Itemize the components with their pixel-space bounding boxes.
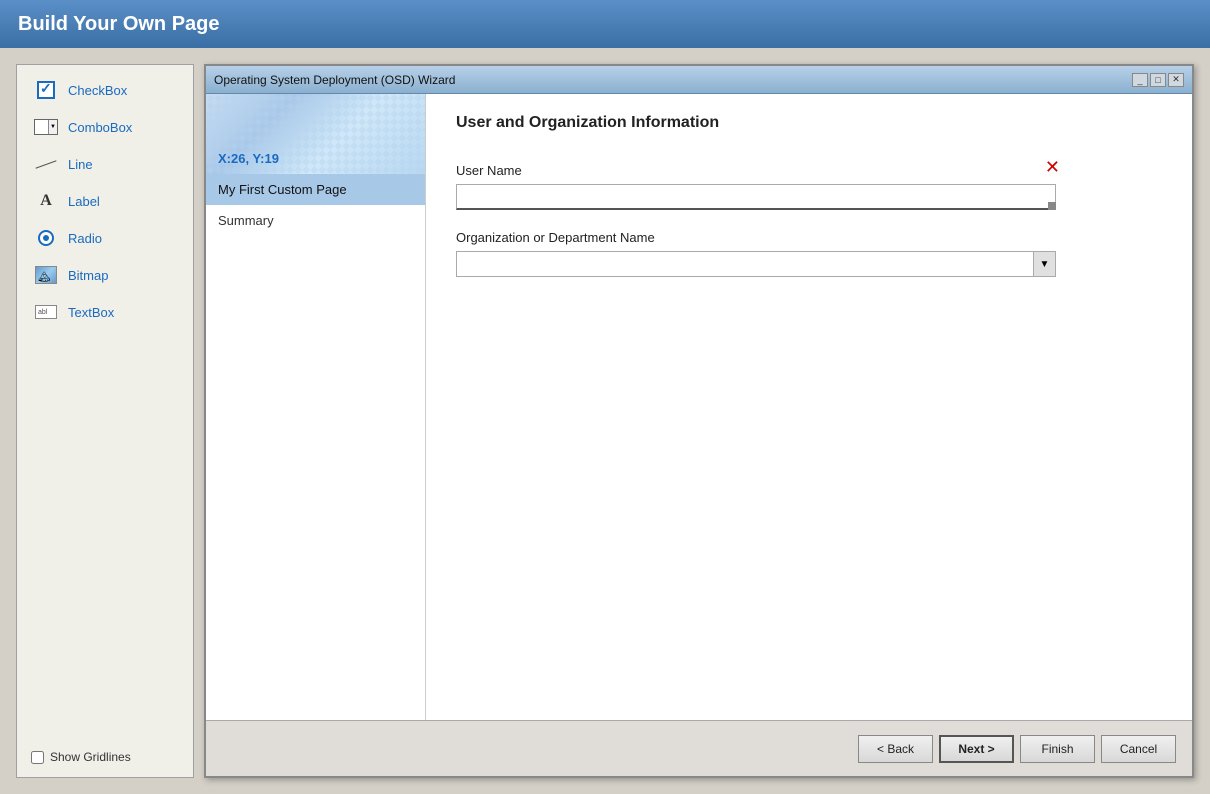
wizard-nav-header: X:26, Y:19: [206, 94, 425, 174]
textbox-label: TextBox: [68, 305, 114, 320]
content-title: User and Organization Information: [456, 114, 1162, 132]
wizard-nav-items: My First Custom Page Summary: [206, 174, 425, 720]
outer-container: CheckBox ▼ ComboBox Line A Label: [0, 48, 1210, 794]
combobox-label: ComboBox: [68, 120, 132, 135]
resize-handle[interactable]: [1048, 202, 1056, 210]
line-label: Line: [68, 157, 93, 172]
cancel-button[interactable]: Cancel: [1101, 735, 1176, 763]
tool-item-textbox[interactable]: abl TextBox: [23, 295, 187, 329]
app-header: Build Your Own Page: [0, 0, 1210, 48]
org-name-dropdown-button[interactable]: ▼: [1034, 251, 1056, 277]
wizard-body: X:26, Y:19 My First Custom Page Summary …: [206, 94, 1192, 720]
org-name-label: Organization or Department Name: [456, 230, 1162, 245]
back-button[interactable]: < Back: [858, 735, 933, 763]
checkbox-label: CheckBox: [68, 83, 127, 98]
show-gridlines-row: Show Gridlines: [23, 745, 187, 769]
bitmap-icon: [32, 264, 60, 286]
label-label: Label: [68, 194, 100, 209]
wizard-nav: X:26, Y:19 My First Custom Page Summary: [206, 94, 426, 720]
user-name-field-group: User Name ✕: [456, 162, 1162, 210]
org-name-combo-container: ▼: [456, 251, 1056, 277]
user-name-label: User Name: [456, 163, 522, 178]
user-name-input[interactable]: [456, 184, 1056, 210]
org-name-input[interactable]: [456, 251, 1034, 277]
required-marker: ✕: [1045, 158, 1060, 176]
bitmap-label: Bitmap: [68, 268, 108, 283]
radio-icon: [32, 227, 60, 249]
tool-item-label[interactable]: A Label: [23, 184, 187, 218]
tool-item-radio[interactable]: Radio: [23, 221, 187, 255]
nav-item-my-first-custom-page[interactable]: My First Custom Page: [206, 174, 425, 205]
wizard-titlebar: Operating System Deployment (OSD) Wizard…: [206, 66, 1192, 94]
line-icon: [32, 153, 60, 175]
app-title: Build Your Own Page: [18, 13, 220, 36]
tool-item-line[interactable]: Line: [23, 147, 187, 181]
org-name-field-group: Organization or Department Name ▼: [456, 230, 1162, 277]
next-button[interactable]: Next >: [939, 735, 1014, 763]
window-controls: _ □ ✕: [1132, 73, 1184, 87]
wizard-footer: < Back Next > Finish Cancel: [206, 720, 1192, 776]
tool-item-checkbox[interactable]: CheckBox: [23, 73, 187, 107]
show-gridlines-checkbox[interactable]: [31, 751, 44, 764]
wizard-title: Operating System Deployment (OSD) Wizard: [214, 73, 455, 87]
radio-label: Radio: [68, 231, 102, 246]
show-gridlines-label: Show Gridlines: [50, 750, 131, 764]
wizard-content: User and Organization Information User N…: [426, 94, 1192, 720]
finish-button[interactable]: Finish: [1020, 735, 1095, 763]
wizard-window: Operating System Deployment (OSD) Wizard…: [204, 64, 1194, 778]
toolbox-panel: CheckBox ▼ ComboBox Line A Label: [16, 64, 194, 778]
coord-display: X:26, Y:19: [218, 151, 279, 166]
user-name-input-container: [456, 184, 1056, 210]
close-button[interactable]: ✕: [1168, 73, 1184, 87]
tool-item-bitmap[interactable]: Bitmap: [23, 258, 187, 292]
checkbox-icon: [32, 79, 60, 101]
label-icon: A: [32, 190, 60, 212]
combobox-icon: ▼: [32, 116, 60, 138]
nav-item-summary[interactable]: Summary: [206, 205, 425, 236]
tool-item-combobox[interactable]: ▼ ComboBox: [23, 110, 187, 144]
textbox-icon: abl: [32, 301, 60, 323]
maximize-button[interactable]: □: [1150, 73, 1166, 87]
minimize-button[interactable]: _: [1132, 73, 1148, 87]
